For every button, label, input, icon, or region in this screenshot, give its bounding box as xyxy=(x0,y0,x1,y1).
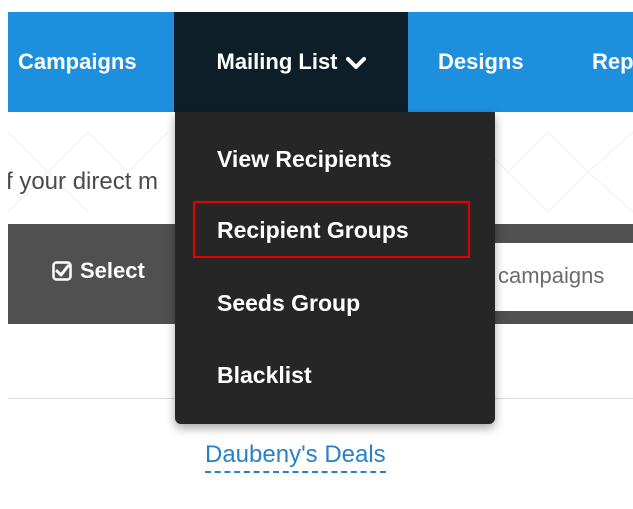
campaign-link[interactable]: Daubeny's Deals xyxy=(205,441,386,473)
select-all-button[interactable]: Select xyxy=(52,258,145,287)
nav-reports[interactable]: Rep xyxy=(592,12,633,112)
menu-item-blacklist[interactable]: Blacklist xyxy=(217,362,312,389)
menu-item-view-recipients[interactable]: View Recipients xyxy=(217,146,392,173)
search-input[interactable] xyxy=(498,259,633,293)
nav-designs[interactable]: Designs xyxy=(438,12,524,112)
menu-item-seeds-group[interactable]: Seeds Group xyxy=(217,290,360,317)
hero-text: f your direct m xyxy=(8,168,159,195)
checkbox-checked-icon xyxy=(52,261,72,287)
select-label: Select xyxy=(80,258,145,283)
nav-mailing-list[interactable]: Mailing List xyxy=(174,12,408,112)
page: Campaigns Mailing List Designs Rep f you… xyxy=(0,0,633,509)
menu-item-recipient-groups[interactable]: Recipient Groups xyxy=(217,217,409,244)
nav-mailing-list-label: Mailing List xyxy=(216,49,338,74)
chevron-down-icon xyxy=(345,13,366,113)
nav-campaigns[interactable]: Campaigns xyxy=(18,12,137,112)
mailing-list-dropdown: View Recipients Recipient Groups Seeds G… xyxy=(175,112,495,424)
top-navbar: Campaigns Mailing List Designs Rep xyxy=(8,12,633,112)
